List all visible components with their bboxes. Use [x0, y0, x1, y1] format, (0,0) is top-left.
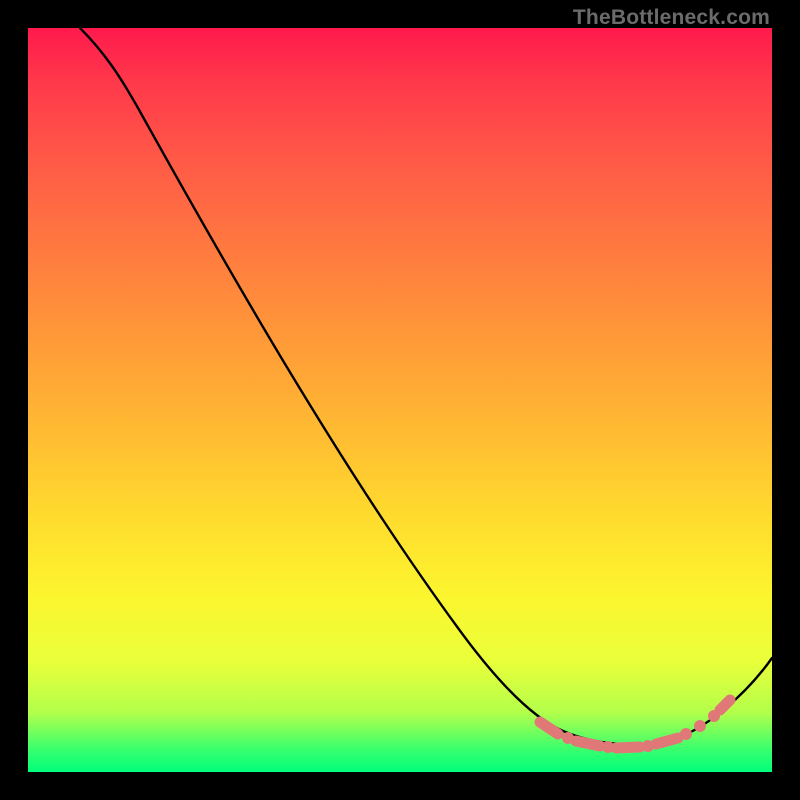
- marker-dot: [680, 728, 692, 740]
- marker-seg: [540, 722, 558, 734]
- optimal-band: [540, 700, 730, 753]
- chart-svg: [28, 28, 772, 772]
- marker-seg: [720, 700, 730, 710]
- marker-seg: [616, 747, 640, 748]
- marker-dot: [694, 720, 706, 732]
- bottleneck-curve: [80, 28, 772, 744]
- chart-frame: TheBottleneck.com: [0, 0, 800, 800]
- watermark-text: TheBottleneck.com: [573, 6, 770, 30]
- plot-area: [28, 28, 772, 772]
- marker-seg: [576, 741, 600, 746]
- marker-seg: [656, 738, 678, 744]
